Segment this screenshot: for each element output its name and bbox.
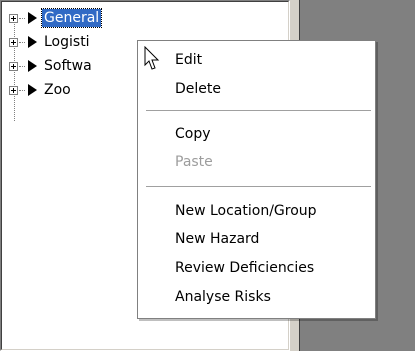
play-arrow-icon	[28, 84, 37, 96]
arrow-cursor-icon	[144, 46, 160, 70]
context-menu: Edit Delete Copy Paste New Location/Grou…	[137, 40, 376, 319]
tree-branch-line	[19, 65, 25, 67]
tree-branch-line	[19, 17, 25, 19]
menu-item-delete[interactable]: Delete	[139, 76, 374, 102]
menu-item-analyse-risks[interactable]: Analyse Risks	[139, 284, 374, 310]
menu-item-paste: Paste	[175, 154, 213, 170]
menu-item-review-deficiencies[interactable]: Review Deficiencies	[139, 255, 374, 281]
play-arrow-icon	[28, 60, 37, 72]
tree-branch-line	[19, 89, 25, 91]
expand-icon[interactable]	[9, 85, 18, 95]
menu-separator	[146, 110, 371, 112]
menu-separator	[146, 186, 371, 188]
menu-item-edit[interactable]: Edit	[139, 47, 374, 73]
menu-item-new-location-group[interactable]: New Location/Group	[139, 198, 374, 224]
tree-item-zoo[interactable]: Zoo	[9, 80, 73, 100]
expand-icon[interactable]	[9, 61, 18, 71]
menu-item-copy[interactable]: Copy	[139, 121, 374, 147]
tree-item-software[interactable]: Softwa	[9, 56, 94, 76]
tree-item-label[interactable]: Zoo	[42, 81, 73, 99]
tree-item-logistics[interactable]: Logisti	[9, 32, 92, 52]
tree-item-label[interactable]: General	[40, 8, 103, 28]
tree-item-general[interactable]: General	[9, 8, 103, 28]
tree-branch-line	[19, 41, 25, 43]
play-arrow-icon	[28, 36, 37, 48]
menu-item-new-hazard[interactable]: New Hazard	[139, 226, 374, 252]
play-arrow-icon	[28, 12, 37, 24]
expand-icon[interactable]	[9, 13, 18, 23]
expand-icon[interactable]	[9, 37, 18, 47]
tree-item-label[interactable]: Logisti	[42, 33, 92, 51]
tree-item-label[interactable]: Softwa	[42, 57, 94, 75]
